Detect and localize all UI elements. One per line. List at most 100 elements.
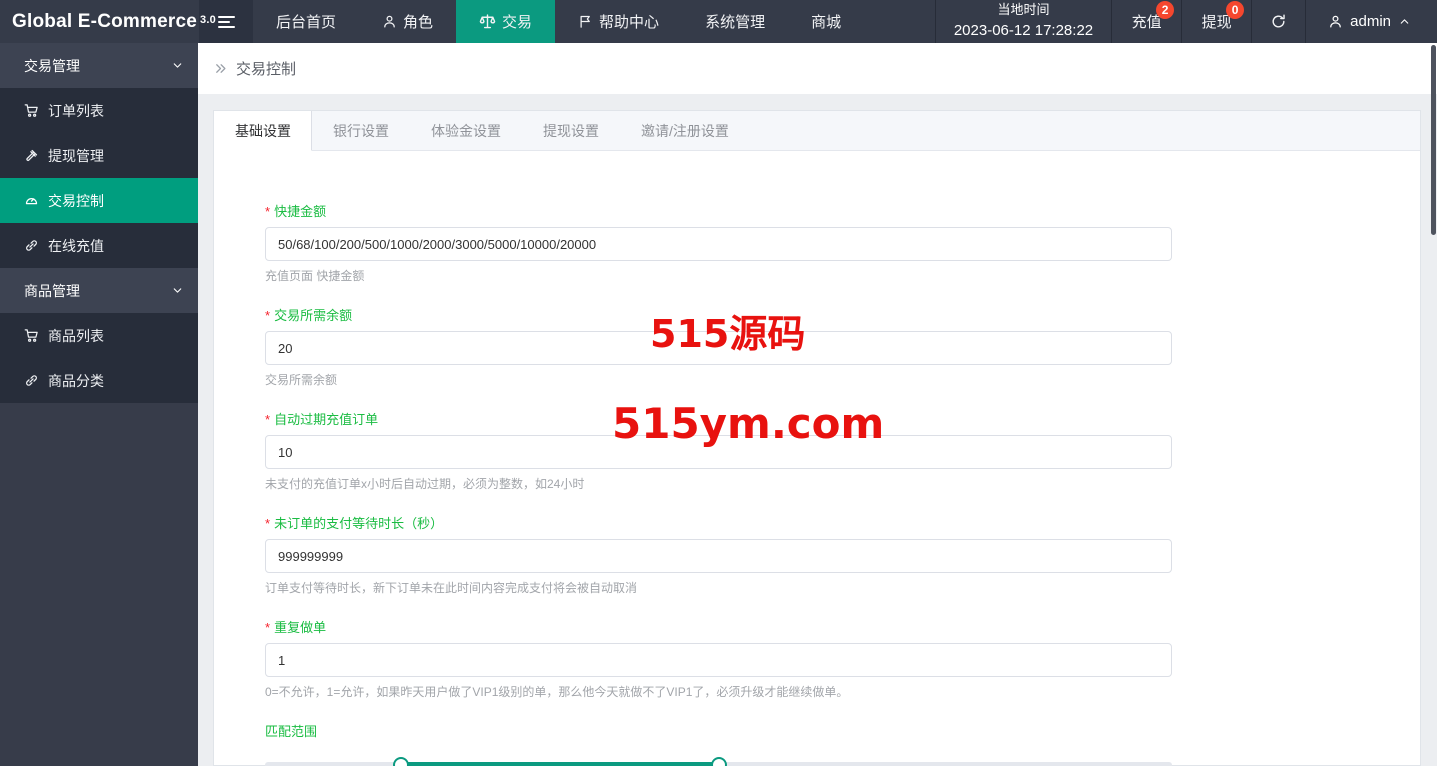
sidebar-item-label: 订单列表 [48,101,104,121]
person-icon [382,14,397,29]
nav-item-dashboard[interactable]: 后台首页 [253,0,359,43]
field-label: *快捷金额 [265,205,1172,219]
refresh-button[interactable] [1251,0,1305,43]
tab-label: 提现设置 [543,121,599,141]
field-label-text: 未订单的支付等待时长（秒） [274,516,443,531]
tab-trial-bonus-settings[interactable]: 体验金设置 [410,111,522,150]
slider-handle-min[interactable] [393,757,409,766]
scale-icon [479,13,496,30]
sidebar-item-label: 提现管理 [48,146,104,166]
tab-invite-register-settings[interactable]: 邀请/注册设置 [620,111,750,150]
sidebar-group-label: 交易管理 [24,56,80,76]
slider-fill [401,762,719,766]
nav-item-help-center[interactable]: 帮助中心 [555,0,682,43]
nav-item-mall[interactable]: 商城 [788,0,864,43]
breadcrumb: 交易控制 [198,43,1437,94]
field-label-text: 重复做单 [274,620,326,635]
field-repeat-order: *重复做单 0=不允许，1=允许，如果昨天用户做了VIP1级别的单，那么他今天就… [265,621,1172,699]
field-hint: 交易所需余额 [265,373,1172,387]
user-menu[interactable]: admin [1305,0,1437,43]
nav-item-roles[interactable]: 角色 [359,0,456,43]
field-auto-expire-order: * 自动过期充值订单 未支付的充值订单x小时后自动过期，必须为整数，如24小时 [265,413,1172,491]
chevron-up-icon [1398,15,1411,28]
double-chevron-right-icon [213,61,228,76]
nav-item-system[interactable]: 系统管理 [682,0,788,43]
sidebar-item-trade-control[interactable]: 交易控制 [0,178,198,223]
sidebar-item-withdraw-management[interactable]: 提现管理 [0,133,198,178]
withdraw-button[interactable]: 提现 0 [1181,0,1251,43]
nav-label: 交易 [502,11,532,32]
field-label: 匹配范围 [265,725,1172,739]
refresh-icon [1270,13,1287,30]
field-label-text: 自动过期充值订单 [274,412,378,427]
field-hint: 未支付的充值订单x小时后自动过期，必须为整数，如24小时 [265,477,1172,491]
sidebar-group-trade-management[interactable]: 交易管理 [0,43,198,88]
field-label-text: 匹配范围 [265,724,317,739]
match-range-slider [265,757,1172,766]
app-name: Global E-Commerce [12,11,197,33]
nav-label: 后台首页 [276,11,336,32]
breadcrumb-title: 交易控制 [236,58,296,79]
chevron-down-icon [171,59,184,72]
link-icon [24,373,39,388]
tab-basic-settings[interactable]: 基础设置 [214,111,312,151]
required-asterisk: * [265,308,270,323]
link-icon [24,238,39,253]
basic-settings-form: *快捷金额 充值页面 快捷金额 * 交易所需余额 交易所需余额 * 自动过期充值订单… [214,151,1420,766]
field-label: *未订单的支付等待时长（秒） [265,517,1172,531]
slider-handle-max[interactable] [711,757,727,766]
nav-label: 系统管理 [705,11,765,32]
recharge-badge: 2 [1156,1,1174,19]
sidebar-group-product-management[interactable]: 商品管理 [0,268,198,313]
tab-label: 基础设置 [235,121,291,141]
recharge-button[interactable]: 充值 2 [1111,0,1181,43]
gauge-icon [24,193,39,208]
field-match-range: 匹配范围 [265,725,1172,766]
flag-icon [578,14,593,29]
sidebar-item-label: 在线充值 [48,236,104,256]
field-label: * 交易所需余额 [265,309,1172,323]
field-label: * 自动过期充值订单 [265,413,1172,427]
field-trade-required-balance: * 交易所需余额 交易所需余额 [265,309,1172,387]
field-label-text: 交易所需余额 [274,308,352,323]
gavel-icon [24,148,39,163]
auto-expire-order-input[interactable] [265,435,1172,469]
tab-label: 银行设置 [333,121,389,141]
nav-item-trade[interactable]: 交易 [456,0,555,43]
local-time: 当地时间 2023-06-12 17:28:22 [935,0,1111,43]
person-icon [1328,14,1343,29]
cart-icon [24,103,39,118]
settings-panel: 基础设置 银行设置 体验金设置 提现设置 邀请/注册设置 *快捷金额 充值页面 … [213,110,1421,766]
app-logo: Global E-Commerce 3.0 [0,0,199,43]
sidebar-item-label: 交易控制 [48,191,104,211]
field-quick-amount: *快捷金额 充值页面 快捷金额 [265,205,1172,283]
local-time-label: 当地时间 [997,1,1049,20]
sidebar-item-label: 商品列表 [48,326,104,346]
sidebar-item-online-recharge[interactable]: 在线充值 [0,223,198,268]
nav-label: 帮助中心 [599,11,659,32]
sidebar-item-product-category[interactable]: 商品分类 [0,358,198,403]
cart-icon [24,328,39,343]
withdraw-badge: 0 [1226,1,1244,19]
chevron-down-icon [171,284,184,297]
sidebar-item-label: 商品分类 [48,371,104,391]
trade-required-balance-input[interactable] [265,331,1172,365]
username: admin [1350,13,1391,30]
field-label-text: 快捷金额 [274,204,326,219]
nav-label: 角色 [403,11,433,32]
tab-bank-settings[interactable]: 银行设置 [312,111,410,150]
field-payment-wait-time: *未订单的支付等待时长（秒） 订单支付等待时长，新下订单未在此时间内容完成支付将… [265,517,1172,595]
settings-tabs: 基础设置 银行设置 体验金设置 提现设置 邀请/注册设置 [214,111,1420,151]
quick-amount-input[interactable] [265,227,1172,261]
sidebar-item-order-list[interactable]: 订单列表 [0,88,198,133]
repeat-order-input[interactable] [265,643,1172,677]
field-hint: 充值页面 快捷金额 [265,269,1172,283]
tab-withdraw-settings[interactable]: 提现设置 [522,111,620,150]
header-right: 当地时间 2023-06-12 17:28:22 充值 2 提现 0 admin [935,0,1437,43]
required-asterisk: * [265,412,270,427]
payment-wait-time-input[interactable] [265,539,1172,573]
vertical-scrollbar-thumb[interactable] [1431,45,1436,235]
top-nav: 后台首页 角色 交易 帮助中心 系统管理 商城 [253,0,864,43]
top-header: Global E-Commerce 3.0 后台首页 角色 交易 帮助中心 系统… [0,0,1437,43]
sidebar-item-product-list[interactable]: 商品列表 [0,313,198,358]
